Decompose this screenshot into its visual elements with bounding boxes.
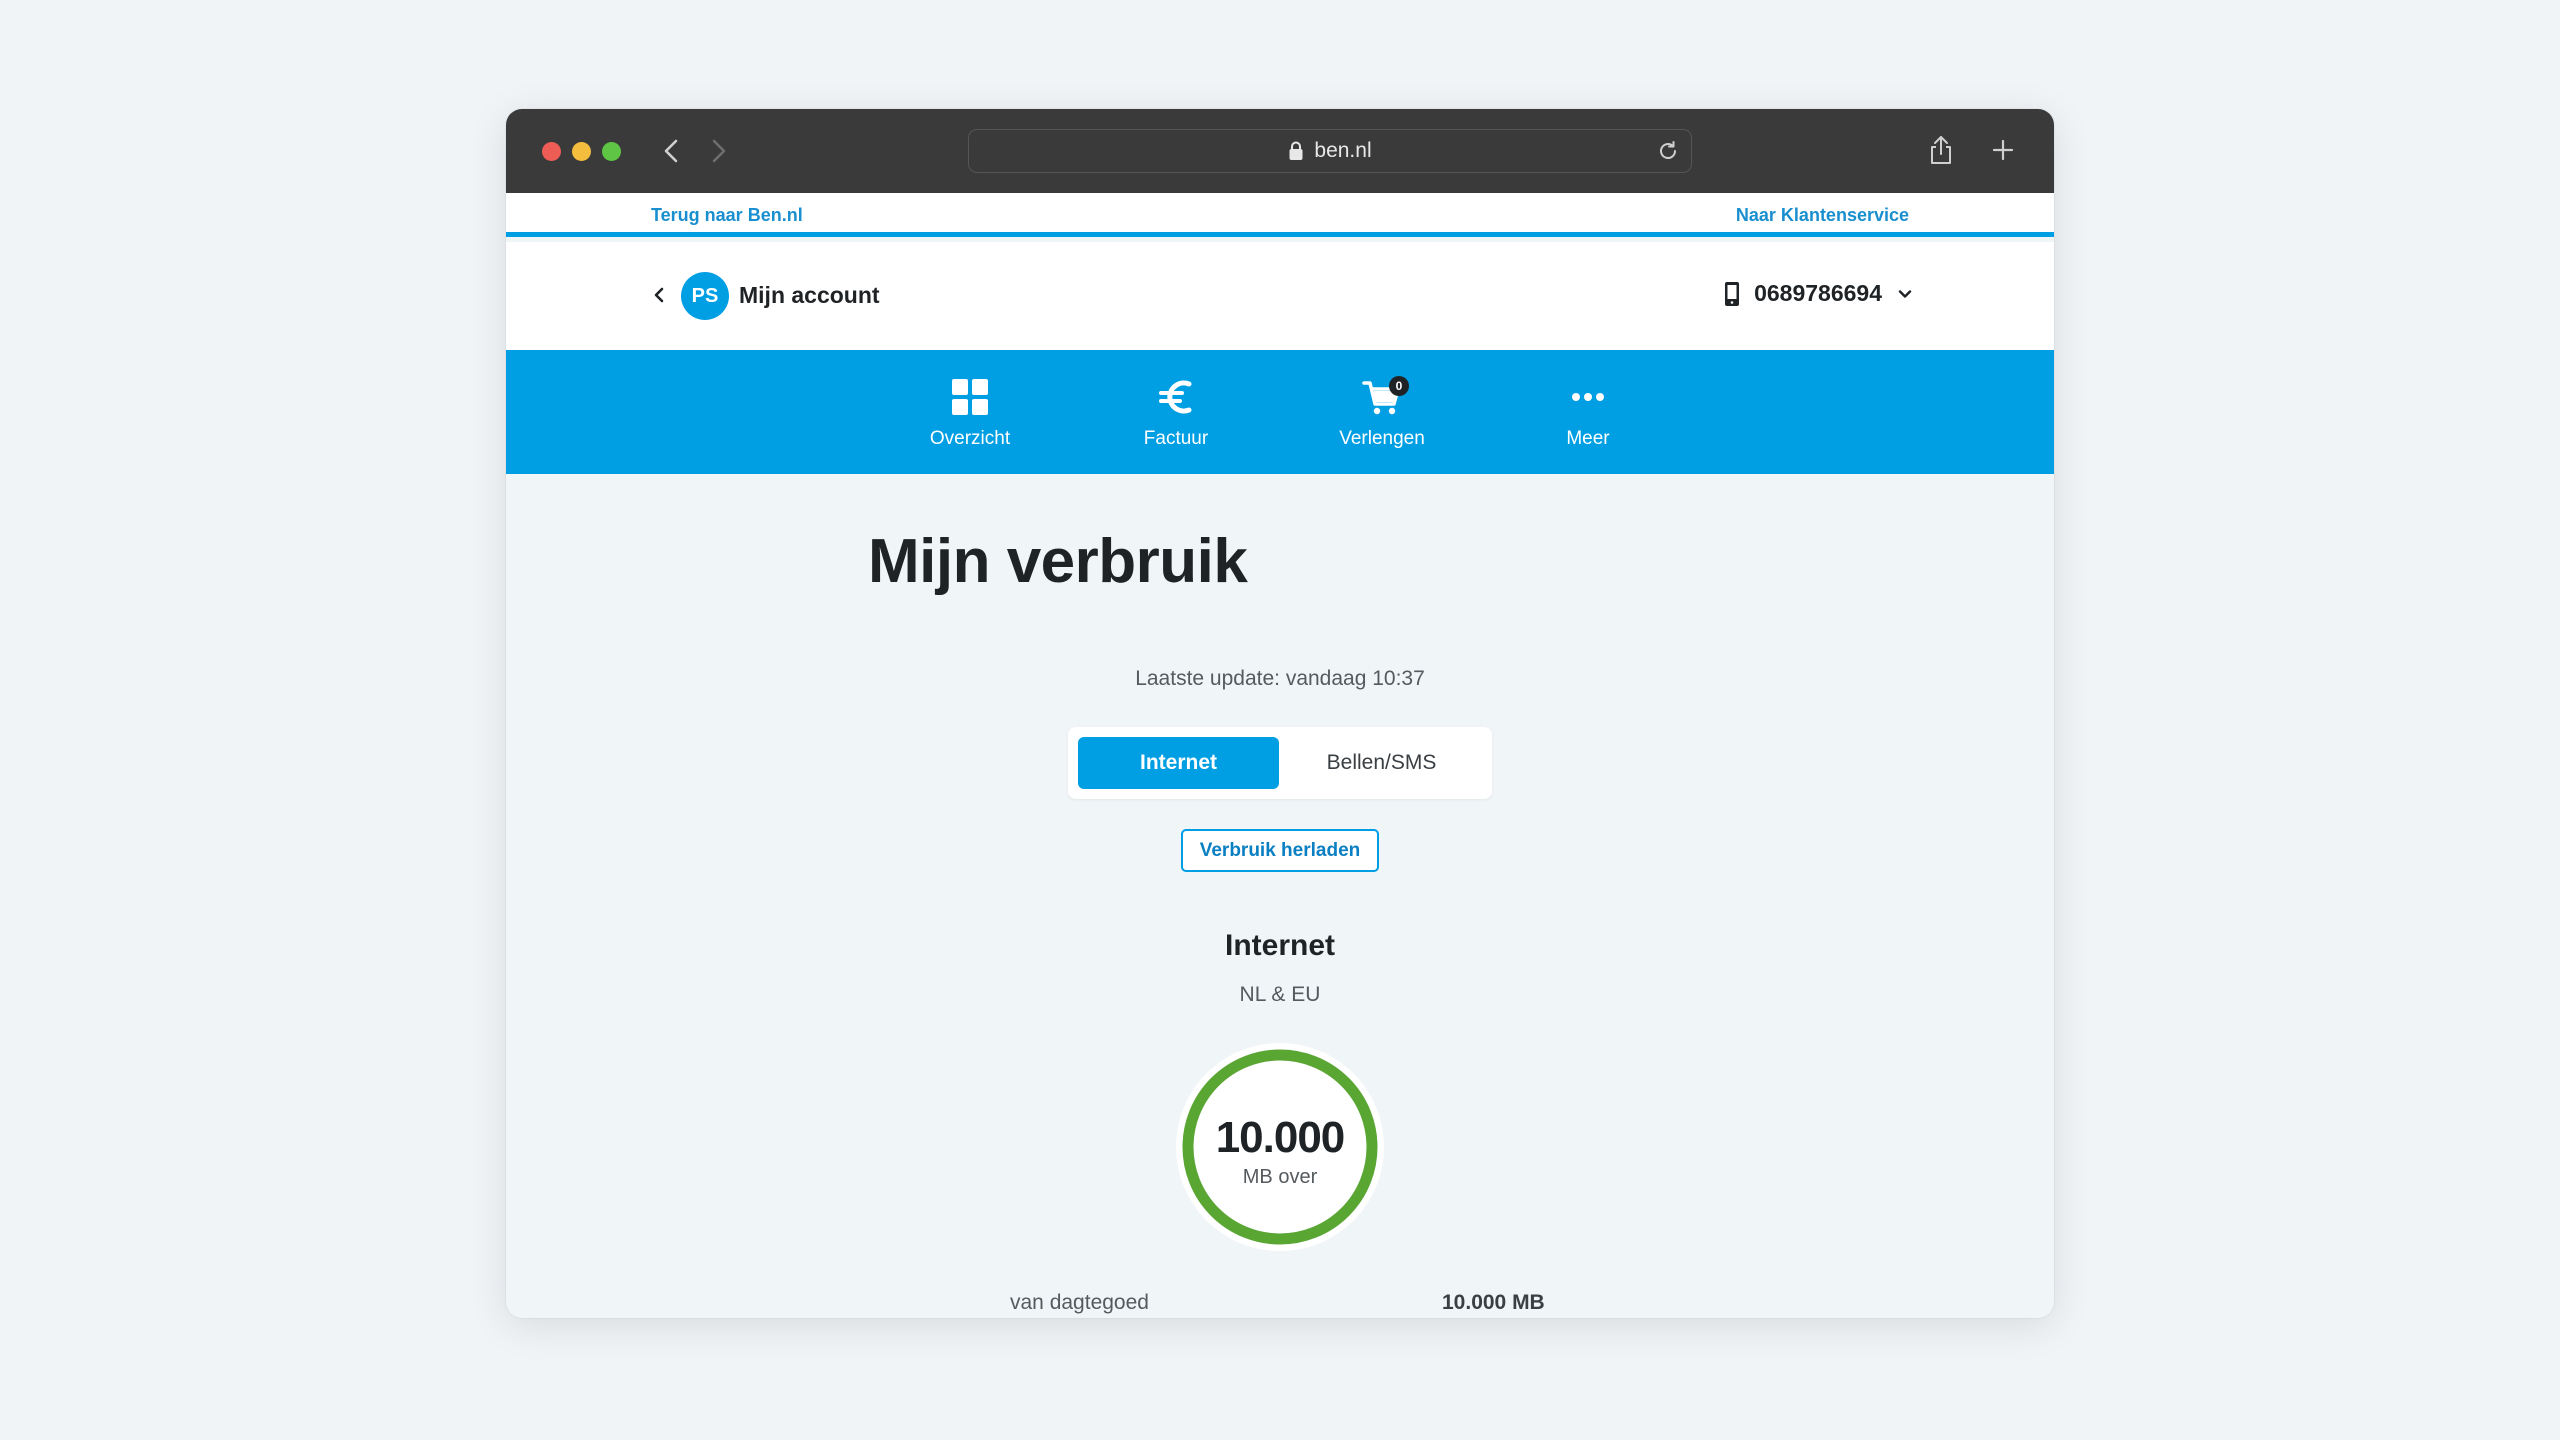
chevron-down-icon xyxy=(1898,289,1912,298)
page-title: Mijn verbruik xyxy=(868,527,1248,596)
address-bar[interactable]: ben.nl xyxy=(968,129,1692,173)
nav-item-meer[interactable]: Meer xyxy=(1523,376,1653,450)
more-dots-icon xyxy=(1572,393,1604,401)
reload-usage-button[interactable]: Verbruik herladen xyxy=(1181,829,1379,872)
phone-number-selector[interactable]: 0689786694 xyxy=(1724,280,1914,307)
top-link-bar: Terug naar Ben.nl Naar Klantenservice xyxy=(506,193,2054,237)
browser-back-icon[interactable] xyxy=(656,135,688,167)
usage-gauge: 10.000 MB over xyxy=(1174,1041,1386,1253)
back-to-ben-link[interactable]: Terug naar Ben.nl xyxy=(651,205,803,226)
gauge-value: 10.000 xyxy=(1215,1113,1346,1162)
tab-internet[interactable]: Internet xyxy=(1078,737,1279,789)
avatar[interactable]: PS xyxy=(681,272,729,320)
nav-item-overzicht[interactable]: Overzicht xyxy=(905,376,1035,450)
tab-bellen-sms[interactable]: Bellen/SMS xyxy=(1281,737,1482,789)
mobile-phone-icon xyxy=(1725,281,1740,306)
account-title[interactable]: Mijn account xyxy=(739,282,880,309)
nav-label: Overzicht xyxy=(929,428,1011,449)
last-update-text: Laatste update: vandaag 10:37 xyxy=(1135,667,1425,690)
close-window-button[interactable] xyxy=(542,142,561,161)
maximize-window-button[interactable] xyxy=(602,142,621,161)
gauge-unit: MB over xyxy=(1242,1166,1318,1188)
nav-label: Factuur xyxy=(1143,428,1209,449)
url-text: ben.nl xyxy=(1314,139,1372,162)
nav-item-verlengen[interactable]: 0 Verlengen xyxy=(1317,376,1447,450)
browser-toolbar: ben.nl xyxy=(506,109,2054,193)
detail-value: 10.000 MB xyxy=(1442,1291,1545,1314)
reload-icon[interactable] xyxy=(1655,138,1681,164)
browser-window: ben.nl Terug naar Ben.nl Naar Klantenser… xyxy=(506,109,2054,1318)
lock-icon xyxy=(1289,141,1303,160)
nav-label: Verlengen xyxy=(1339,428,1425,449)
main-navigation: Overzicht Factuur 0 Verlengen Meer xyxy=(506,350,2054,474)
usage-type-toggle: Internet Bellen/SMS xyxy=(1068,727,1492,799)
phone-number: 0689786694 xyxy=(1754,280,1882,306)
chevron-left-icon[interactable] xyxy=(648,284,670,306)
euro-icon xyxy=(1159,380,1192,414)
customer-service-link[interactable]: Naar Klantenservice xyxy=(1736,205,1909,226)
grid-icon xyxy=(952,379,988,415)
section-subtitle: NL & EU xyxy=(1239,983,1321,1006)
account-header: PS Mijn account 0689786694 xyxy=(506,242,2054,350)
cart-count-badge: 0 xyxy=(1389,376,1409,396)
nav-item-factuur[interactable]: Factuur xyxy=(1111,376,1241,450)
nav-label: Meer xyxy=(1566,428,1610,449)
detail-label: van dagtegoed xyxy=(1010,1291,1149,1314)
minimize-window-button[interactable] xyxy=(572,142,591,161)
browser-forward-icon[interactable] xyxy=(702,135,734,167)
new-tab-icon[interactable] xyxy=(1986,133,2020,167)
share-icon[interactable] xyxy=(1924,133,1958,167)
section-title: Internet xyxy=(1224,929,1335,962)
window-controls xyxy=(542,142,621,161)
